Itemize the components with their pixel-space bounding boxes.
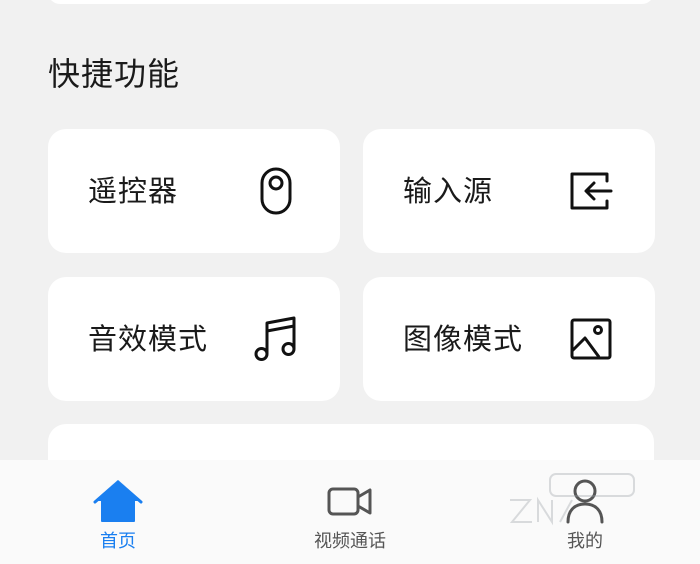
nav-item-video-call[interactable]: 视频通话 bbox=[270, 460, 430, 564]
music-note-icon bbox=[252, 315, 300, 363]
remote-control-icon bbox=[252, 167, 300, 215]
watermark-logo bbox=[490, 470, 640, 530]
nav-item-home[interactable]: 首页 bbox=[38, 460, 198, 564]
nav-label: 我的 bbox=[567, 531, 603, 552]
tile-label: 图像模式 bbox=[403, 322, 524, 356]
tile-picture-mode[interactable]: 图像模式 bbox=[363, 277, 655, 401]
video-camera-icon bbox=[325, 476, 375, 526]
image-icon bbox=[567, 315, 615, 363]
tile-sound-mode[interactable]: 音效模式 bbox=[48, 277, 340, 401]
card-partial-top bbox=[48, 0, 654, 4]
input-source-icon bbox=[567, 167, 615, 215]
tile-remote-control[interactable]: 遥控器 bbox=[48, 129, 340, 253]
tile-label: 遥控器 bbox=[88, 174, 179, 208]
nav-label: 视频通话 bbox=[314, 531, 386, 552]
tile-label: 音效模式 bbox=[88, 322, 209, 356]
section-title: 快捷功能 bbox=[48, 55, 181, 93]
tile-label: 输入源 bbox=[403, 174, 494, 208]
tile-input-source[interactable]: 输入源 bbox=[363, 129, 655, 253]
nav-label: 首页 bbox=[100, 531, 136, 552]
home-icon bbox=[93, 476, 143, 526]
